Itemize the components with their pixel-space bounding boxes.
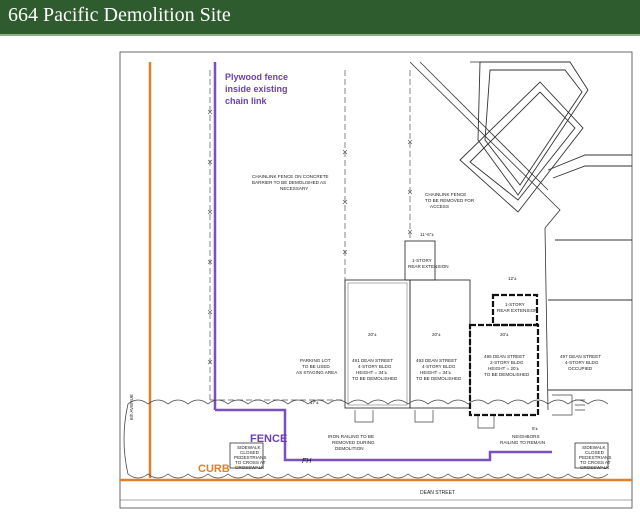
building-493-label-3: HEIGHT = 34'± — [420, 370, 451, 375]
plywood-note-line-3: chain link — [225, 96, 268, 106]
building-493-label-2: 4-STORY BLDG — [422, 364, 456, 369]
building-495-label-1: 495 DEAN STREET — [484, 354, 525, 359]
tree-hedge-row — [123, 399, 609, 479]
dimension-5: 5'± — [532, 426, 538, 431]
sixth-avenue-label: 6th AVENUE — [129, 394, 134, 420]
chainlink-remove-note-1: CHAINLINK FENCE — [425, 192, 466, 197]
chainlink-concrete-note-1: CHAINLINK FENCE ON CONCRETE — [252, 174, 329, 179]
parking-lot-label-3: AS STAGING AREA — [296, 370, 338, 375]
adjacent-building-top-right — [459, 61, 589, 213]
iron-railing-note-2: REMOVED DURING — [332, 440, 375, 445]
plywood-note-line-1: Plywood fence — [225, 72, 288, 82]
dimension-12: 12'± — [508, 276, 517, 281]
sidewalk-closed-left-5: CROSSWALK — [235, 465, 265, 470]
building-495-label-2: 2-STORY BLDG — [490, 360, 524, 365]
building-491-label-2: 4-STORY BLDG — [358, 364, 392, 369]
building-491 — [344, 279, 411, 409]
rear-extension-b-label-2: REAR EXTENSION — [497, 308, 538, 313]
parking-lot-label-1: PARKING LOT — [300, 358, 331, 363]
building-497-label-1: 497 DEAN STREET — [560, 354, 601, 359]
building-497-label-2: 4-STORY BLDG — [565, 360, 599, 365]
dimension-20-a: 20'± — [368, 332, 377, 337]
chainlink-concrete-note-2: BARRIER TO BE DEMOLISHED AS — [252, 180, 326, 185]
page-title: 664 Pacific Demolition Site — [8, 4, 231, 26]
fire-hydrant-label: FH — [302, 458, 312, 465]
curb-label: CURB — [198, 463, 230, 475]
neighbor-railing-note-2: RAILING TO REMAIN — [500, 440, 545, 445]
neighbor-railing-note-1: NEIGHBORS — [512, 434, 540, 439]
iron-railing-note-1: IRON RAILING TO BE — [328, 434, 374, 439]
chainlink-concrete-note-3: NECESSARY — [280, 186, 308, 191]
building-497-label-3: OCCUPIED — [568, 366, 593, 371]
fence-label: FENCE — [250, 433, 287, 445]
drawing-labels: Plywood fence inside existing chain link… — [129, 72, 611, 496]
building-493-label-1: 493 DEAN STREET — [416, 358, 457, 363]
dean-street-label: DEAN STREET — [420, 490, 455, 496]
rear-extension-label-2: REAR EXTENSION — [408, 264, 449, 269]
fence-x-marks — [207, 109, 413, 365]
building-493-label-4: TO BE DEMOLISHED — [416, 376, 462, 381]
sidewalk-closed-right-5: CROSSWALK — [580, 465, 610, 470]
building-491-label-4: TO BE DEMOLISHED — [352, 376, 398, 381]
chainlink-fence-lines — [209, 70, 411, 401]
building-491-label-3: HEIGHT = 34'± — [356, 370, 387, 375]
building-491-label-1: 491 DEAN STREET — [352, 358, 393, 363]
dimension-20-b: 20'± — [432, 332, 441, 337]
dimension-17: 17'± — [310, 400, 319, 405]
building-495-label-4: TO BE DEMOLISHED — [484, 372, 530, 377]
dimension-20-c: 20'± — [500, 332, 509, 337]
iron-railing-note-3: DEMOLITION — [335, 446, 364, 451]
chainlink-remove-note-2: TO BE REMOVED FOR — [425, 198, 475, 203]
rear-extension-b-label-1: 1-STORY — [505, 302, 525, 307]
chainlink-remove-note-3: ACCESS — [430, 204, 449, 209]
rear-extension-label-1: 1-STORY — [412, 258, 432, 263]
parking-lot-label-2: TO BE USED — [302, 364, 330, 369]
plywood-note-line-2: inside existing — [225, 84, 288, 94]
page-header: 664 Pacific Demolition Site — [0, 0, 640, 34]
dimension-11-6: 11'-6"± — [420, 232, 434, 237]
building-495-label-3: HEIGHT = 20'± — [488, 366, 519, 371]
site-plan-drawing: Plywood fence inside existing chain link… — [119, 51, 633, 509]
